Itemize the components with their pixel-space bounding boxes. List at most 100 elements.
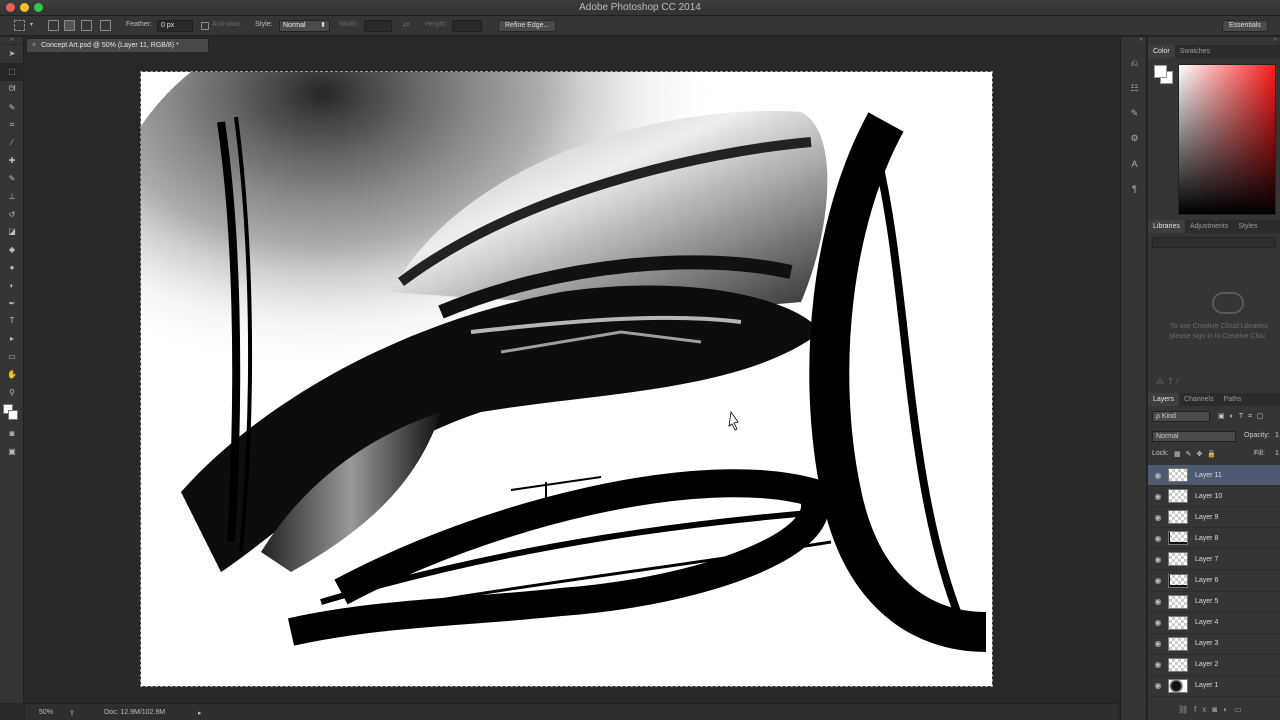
tab-swatches[interactable]: Swatches [1175, 45, 1215, 58]
history-brush-tool-icon[interactable]: ↺ [0, 205, 24, 223]
visibility-eye-icon[interactable]: ◉ [1148, 471, 1168, 480]
foreground-color-chip[interactable] [1154, 65, 1167, 78]
new-selection-icon[interactable] [48, 20, 59, 31]
tab-styles[interactable]: Styles [1233, 220, 1262, 233]
quick-selection-tool-icon[interactable]: ✎ [0, 98, 24, 116]
new-group-icon[interactable]: ▭ [1234, 705, 1248, 714]
preset-dropdown-icon[interactable]: ▾ [30, 21, 33, 28]
document-canvas[interactable] [111, 0, 993, 687]
zoom-tool-icon[interactable]: ⚲ [0, 383, 24, 401]
add-brush-icon[interactable]: ⁄ [1177, 377, 1182, 386]
visibility-eye-icon[interactable]: ◉ [1148, 681, 1168, 690]
layer-name[interactable]: Layer 1 [1195, 682, 1218, 689]
close-window-button[interactable] [6, 3, 15, 12]
refine-edge-button[interactable]: Refine Edge... [498, 20, 557, 32]
subtract-selection-icon[interactable] [81, 20, 92, 31]
minimize-window-button[interactable] [20, 3, 29, 12]
hand-tool-icon[interactable]: ✋ [0, 365, 24, 383]
fill-value[interactable]: 1 [1275, 450, 1279, 457]
layer-style-icon[interactable]: fx [1194, 705, 1212, 714]
filter-icons[interactable]: ▣◐T⌗▢ [1218, 412, 1269, 421]
antialias-checkbox[interactable] [201, 22, 209, 30]
path-selection-tool-icon[interactable]: ▸ [0, 330, 24, 348]
collapse-panels-icon[interactable]: » [1148, 37, 1280, 45]
paint-bucket-tool-icon[interactable]: ◆ [0, 241, 24, 259]
layer-name[interactable]: Layer 8 [1195, 535, 1218, 542]
panel-collapse-icon[interactable]: » [0, 37, 23, 45]
visibility-eye-icon[interactable]: ◉ [1148, 534, 1168, 543]
zoom-level[interactable]: 50% [39, 709, 53, 716]
brush-tool-icon[interactable]: ✎ [0, 170, 24, 188]
brush-presets-icon[interactable]: ✎ [1121, 101, 1148, 126]
layer-name[interactable]: Layer 6 [1195, 577, 1218, 584]
rectangle-tool-icon[interactable]: ▭ [0, 348, 24, 366]
width-input[interactable] [364, 20, 392, 32]
marquee-preset-icon[interactable] [14, 20, 25, 31]
layer-row[interactable]: ◉ Layer 4 [1148, 613, 1280, 634]
character-panel-icon[interactable]: A [1121, 151, 1148, 176]
type-tool-icon[interactable]: T [0, 312, 24, 330]
visibility-eye-icon[interactable]: ◉ [1148, 513, 1168, 522]
blur-tool-icon[interactable]: ● [0, 259, 24, 277]
tab-paths[interactable]: Paths [1219, 393, 1247, 406]
lock-icons[interactable]: ▦✎✥🔒 [1174, 450, 1221, 458]
layer-name[interactable]: Layer 9 [1195, 514, 1218, 521]
link-layers-icon[interactable]: ⛓ [1178, 705, 1194, 714]
tab-channels[interactable]: Channels [1179, 393, 1219, 406]
crop-tool-icon[interactable]: ⌗ [0, 116, 24, 134]
properties-panel-icon[interactable]: ☷ [1121, 76, 1148, 101]
move-tool-icon[interactable]: ➤ [0, 45, 24, 63]
intersect-selection-icon[interactable] [100, 20, 111, 31]
tab-color[interactable]: Color [1148, 45, 1175, 58]
canvas-area[interactable] [25, 0, 1118, 700]
visibility-eye-icon[interactable]: ◉ [1148, 492, 1168, 501]
add-to-selection-icon[interactable] [64, 20, 75, 31]
library-select[interactable] [1152, 237, 1276, 248]
history-panel-icon[interactable]: ⎌ [1121, 51, 1148, 76]
close-tab-icon[interactable]: × [32, 42, 36, 49]
tool-presets-icon[interactable]: ⚙ [1121, 126, 1148, 151]
layer-row[interactable]: ◉ Layer 3 [1148, 634, 1280, 655]
layer-row[interactable]: ◉ Layer 11 [1148, 465, 1280, 487]
document-tab[interactable]: × Concept Art.psd @ 50% (Layer 11, RGB/8)… [26, 38, 209, 52]
tab-adjustments[interactable]: Adjustments [1185, 220, 1234, 233]
dodge-tool-icon[interactable]: ◐ [0, 276, 24, 294]
opacity-value[interactable]: 1 [1275, 432, 1279, 439]
tab-layers[interactable]: Layers [1148, 393, 1180, 406]
layer-name[interactable]: Layer 7 [1195, 556, 1218, 563]
blend-mode-select[interactable]: Normal [1152, 431, 1236, 442]
layer-name[interactable]: Layer 11 [1195, 472, 1222, 479]
visibility-eye-icon[interactable]: ◉ [1148, 597, 1168, 606]
layer-name[interactable]: Layer 3 [1195, 640, 1218, 647]
style-select[interactable]: Normal ⬍ [279, 20, 330, 32]
visibility-eye-icon[interactable]: ◉ [1148, 576, 1168, 585]
height-input[interactable] [452, 20, 482, 32]
marquee-tool-icon[interactable]: ⬚ [0, 62, 24, 81]
screen-mode-icon[interactable]: ▣ [0, 443, 24, 461]
eyedropper-tool-icon[interactable]: ⁄ [0, 134, 24, 152]
layer-row[interactable]: ◉ Layer 5 [1148, 592, 1280, 613]
layer-name[interactable]: Layer 5 [1195, 598, 1218, 605]
tab-libraries[interactable]: Libraries [1148, 220, 1185, 233]
share-icon[interactable]: ⇪ [69, 709, 75, 717]
eraser-tool-icon[interactable]: ◪ [0, 223, 24, 241]
visibility-eye-icon[interactable]: ◉ [1148, 618, 1168, 627]
kind-filter-select[interactable]: ρ Kind [1152, 411, 1210, 422]
lasso-tool-icon[interactable]: ᘛ [0, 81, 24, 99]
clone-stamp-tool-icon[interactable]: ⊥ [0, 187, 24, 205]
healing-brush-tool-icon[interactable]: ✚ [0, 152, 24, 170]
visibility-eye-icon[interactable]: ◉ [1148, 555, 1168, 564]
layer-name[interactable]: Layer 2 [1195, 661, 1218, 668]
paragraph-panel-icon[interactable]: ¶ [1121, 176, 1148, 201]
layer-name[interactable]: Layer 4 [1195, 619, 1218, 626]
feather-input[interactable]: 0 px [157, 20, 193, 32]
quick-mask-icon[interactable]: ◙ [0, 425, 24, 443]
add-mask-icon[interactable]: ◙ [1212, 705, 1223, 714]
color-ramp[interactable] [1178, 64, 1276, 215]
expand-panels-icon[interactable]: « [1121, 37, 1146, 51]
layer-name[interactable]: Layer 10 [1195, 493, 1222, 500]
swap-width-height-icon[interactable]: ⇄ [403, 20, 410, 29]
layer-row[interactable]: ◉ Layer 8 [1148, 528, 1280, 550]
layer-row[interactable]: ◉ Layer 6 [1148, 570, 1280, 592]
layer-row[interactable]: ◉ Layer 2 [1148, 655, 1280, 676]
